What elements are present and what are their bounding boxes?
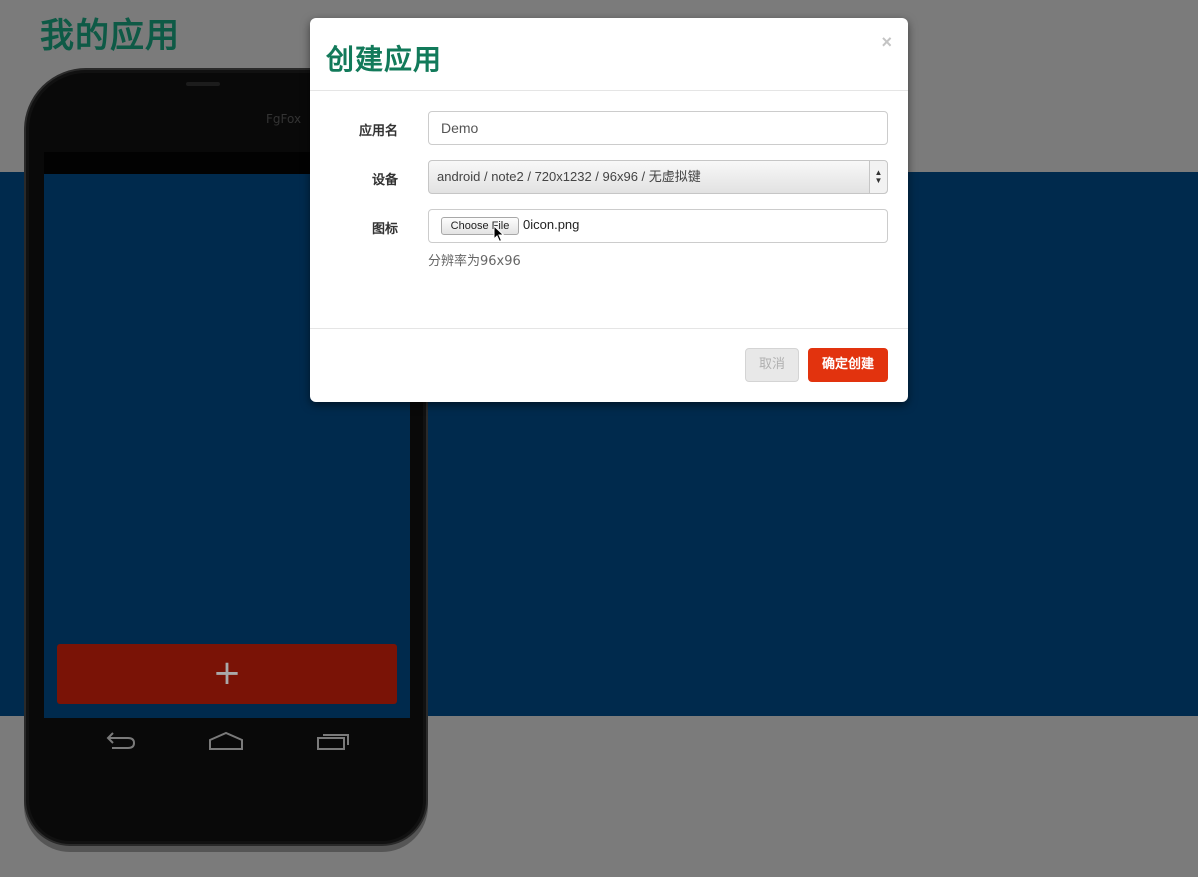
app-name-label: 应用名 xyxy=(358,124,398,139)
app-name-input[interactable]: Demo xyxy=(428,111,888,145)
icon-help-text: 分辨率为96x96 xyxy=(428,254,521,269)
mouse-cursor-icon xyxy=(493,225,505,243)
close-button[interactable]: × xyxy=(881,32,892,53)
create-app-dialog: 创建应用 × 应用名 Demo 设备 android / note2 / 720… xyxy=(310,18,908,402)
home-icon xyxy=(209,731,243,750)
choose-file-button[interactable]: Choose File xyxy=(441,217,519,235)
icon-label: 图标 xyxy=(371,222,398,237)
app-name-row: 应用名 Demo xyxy=(310,111,908,145)
cancel-button[interactable]: 取消 xyxy=(745,348,799,382)
phone-brand: FgFox xyxy=(266,112,302,126)
confirm-create-button[interactable]: 确定创建 xyxy=(808,348,888,382)
device-select-value: android / note2 / 720x1232 / 96x96 / 无虚拟… xyxy=(437,169,701,184)
page-title: 我的应用 xyxy=(40,16,180,56)
phone-navbar xyxy=(44,718,410,768)
back-icon xyxy=(106,732,136,749)
dialog-footer: 取消 确定创建 xyxy=(310,328,908,402)
phone-speaker xyxy=(186,82,220,86)
device-row: 设备 android / note2 / 720x1232 / 96x96 / … xyxy=(310,160,908,194)
dialog-header: 创建应用 × xyxy=(310,18,908,91)
device-label: 设备 xyxy=(371,173,398,188)
dialog-title: 创建应用 xyxy=(326,43,443,76)
select-arrows-icon: ▲ ▼ xyxy=(869,161,887,193)
add-app-button[interactable]: + xyxy=(57,644,397,704)
icon-row: 图标 Choose File 0icon.png 分辨率为96x96 xyxy=(310,209,908,269)
device-select[interactable]: android / note2 / 720x1232 / 96x96 / 无虚拟… xyxy=(428,160,888,194)
recents-icon xyxy=(317,734,349,750)
selected-file-name: 0icon.png xyxy=(523,217,580,232)
